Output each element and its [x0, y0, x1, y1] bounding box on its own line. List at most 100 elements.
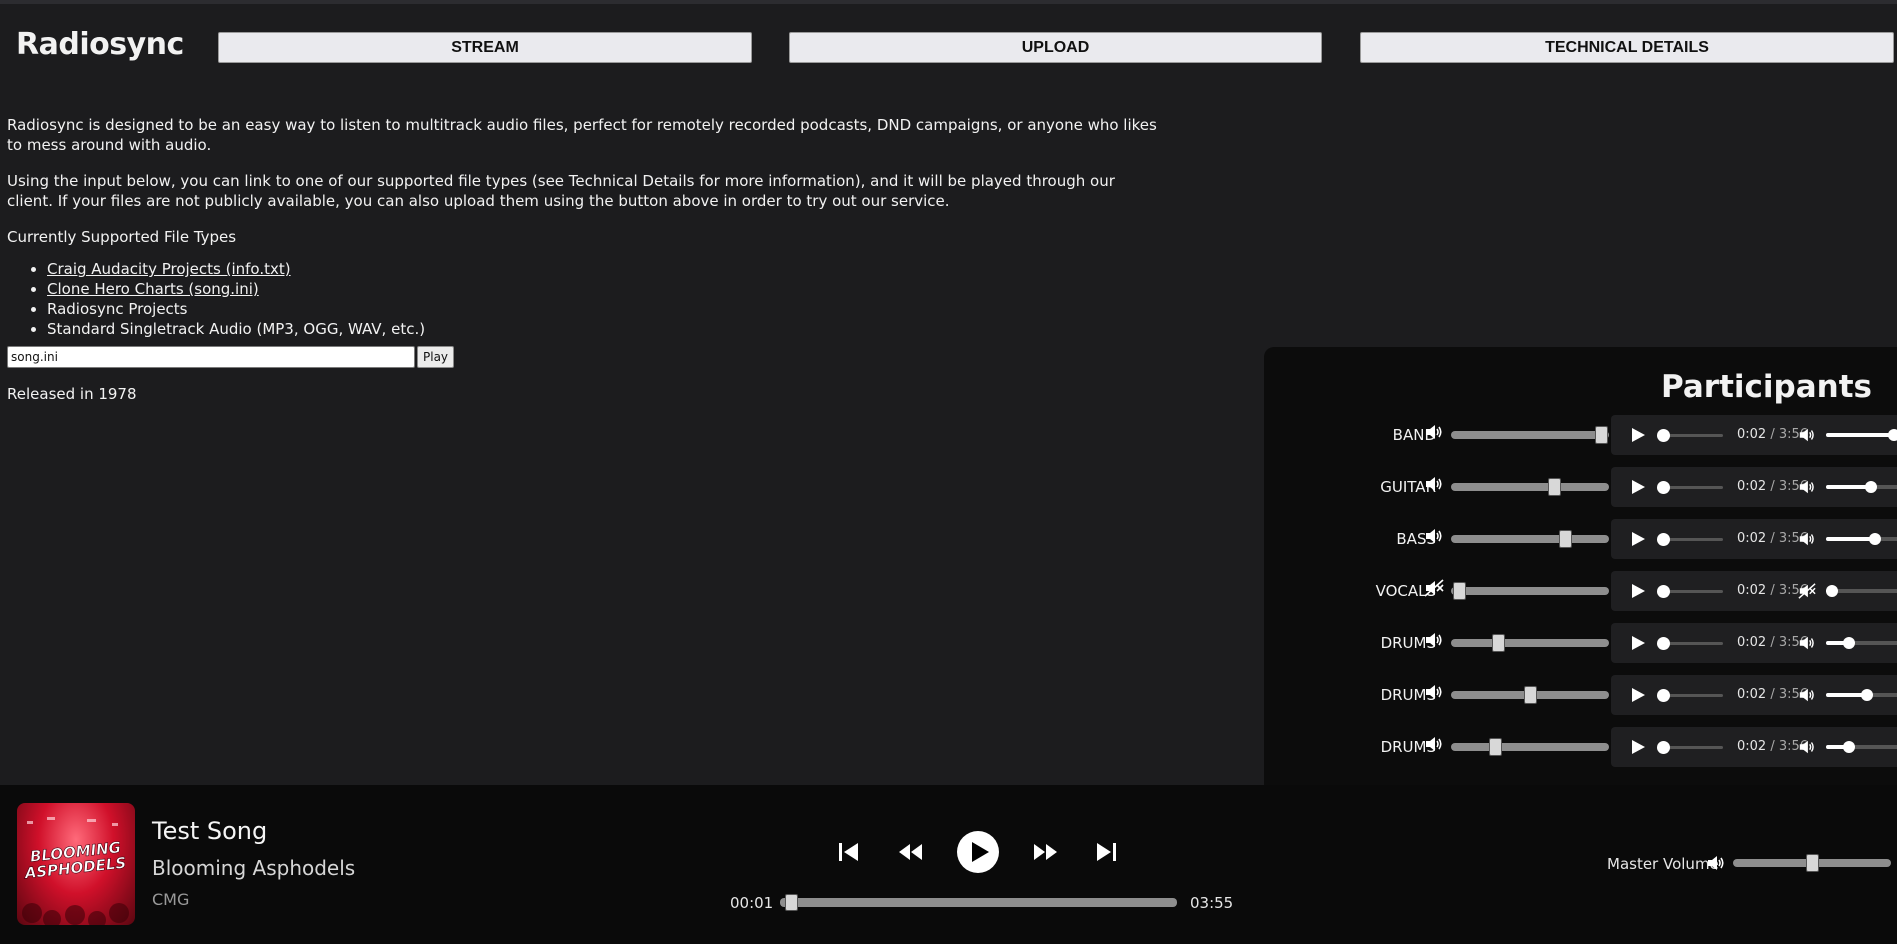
track-seek-slider[interactable] — [1657, 585, 1723, 598]
track-gain-thumb[interactable] — [1492, 634, 1505, 652]
play-icon[interactable] — [1630, 687, 1646, 703]
track-current-time: 0:02 — [1737, 635, 1767, 650]
track-gain-thumb[interactable] — [1559, 530, 1572, 548]
track-seek-thumb[interactable] — [1657, 741, 1670, 754]
track-gain-slider[interactable] — [1451, 738, 1609, 756]
track-seek-slider[interactable] — [1657, 689, 1723, 702]
volume-icon[interactable] — [1798, 634, 1816, 652]
track-gain-slider[interactable] — [1451, 686, 1609, 704]
track-gain-slider[interactable] — [1451, 634, 1609, 652]
track-volume-slider[interactable] — [1826, 429, 1897, 441]
song-title: Test Song — [152, 817, 268, 845]
volume-icon[interactable] — [1798, 686, 1816, 704]
track-volume-thumb[interactable] — [1865, 481, 1877, 493]
track-row: GUITAR 0:02 / 3:56 — [1264, 467, 1897, 507]
seek-slider-thumb[interactable] — [785, 894, 798, 911]
track-seek-thumb[interactable] — [1657, 637, 1670, 650]
seek-slider[interactable] — [780, 894, 1177, 911]
track-volume-thumb[interactable] — [1826, 585, 1838, 597]
load-form: Play — [7, 346, 1157, 368]
track-current-time: 0:02 — [1737, 427, 1767, 442]
list-item[interactable]: Clone Hero Charts (song.ini) — [47, 279, 1157, 299]
track-volume-thumb[interactable] — [1843, 637, 1855, 649]
track-audio-player: 0:02 / 3:56 — [1611, 675, 1897, 715]
master-volume-slider[interactable] — [1733, 854, 1891, 872]
track-audio-player: 0:02 / 3:56 — [1611, 623, 1897, 663]
skip-previous-icon[interactable] — [838, 842, 860, 862]
track-gain-thumb[interactable] — [1453, 582, 1466, 600]
master-volume-thumb[interactable] — [1806, 854, 1819, 872]
stream-button[interactable]: STREAM — [218, 32, 752, 63]
track-gain-slider[interactable] — [1451, 582, 1609, 600]
track-volume-slider[interactable] — [1826, 585, 1897, 597]
track-seek-thumb[interactable] — [1657, 585, 1670, 598]
participants-title: Participants — [1661, 369, 1872, 405]
skip-next-icon[interactable] — [1095, 842, 1117, 862]
upload-button[interactable]: UPLOAD — [789, 32, 1322, 63]
list-item[interactable]: Craig Audacity Projects (info.txt) — [47, 259, 1157, 279]
track-row: BAND 0:02 / 3:56 — [1264, 415, 1897, 455]
volume-icon[interactable] — [1424, 422, 1444, 442]
track-volume-thumb[interactable] — [1888, 429, 1897, 441]
track-volume-slider[interactable] — [1826, 637, 1897, 649]
play-icon[interactable] — [1630, 531, 1646, 547]
intro-paragraph-2: Using the input below, you can link to o… — [7, 172, 1115, 210]
volume-icon[interactable] — [1798, 426, 1816, 444]
rewind-icon[interactable] — [899, 844, 923, 860]
play-icon[interactable] — [1630, 739, 1646, 755]
track-seek-slider[interactable] — [1657, 533, 1723, 546]
track-gain-slider[interactable] — [1451, 478, 1609, 496]
track-gain-slider[interactable] — [1451, 426, 1609, 444]
play-icon[interactable] — [1630, 427, 1646, 443]
track-current-time: 0:02 — [1737, 531, 1767, 546]
volume-icon[interactable] — [1798, 478, 1816, 496]
track-gain-thumb[interactable] — [1489, 738, 1502, 756]
master-volume-label: Master Volume — [1607, 855, 1719, 873]
volume-icon[interactable] — [1424, 474, 1444, 494]
track-seek-slider[interactable] — [1657, 429, 1723, 442]
craig-audacity-link[interactable]: Craig Audacity Projects (info.txt) — [47, 260, 291, 278]
track-gain-slider[interactable] — [1451, 530, 1609, 548]
play-icon[interactable] — [1630, 479, 1646, 495]
track-seek-slider[interactable] — [1657, 741, 1723, 754]
volume-icon[interactable] — [1424, 630, 1444, 650]
track-seek-thumb[interactable] — [1657, 429, 1670, 442]
track-row: BASS 0:02 / 3:56 — [1264, 519, 1897, 559]
fast-forward-icon[interactable] — [1033, 844, 1057, 860]
master-volume-icon[interactable] — [1706, 853, 1726, 873]
track-volume-slider[interactable] — [1826, 533, 1897, 545]
volume-icon[interactable] — [1424, 734, 1444, 754]
volume-icon[interactable] — [1798, 530, 1816, 548]
track-volume-thumb[interactable] — [1843, 741, 1855, 753]
track-volume-slider[interactable] — [1826, 689, 1897, 701]
track-volume-slider[interactable] — [1826, 741, 1897, 753]
volume-muted-icon[interactable] — [1424, 578, 1444, 598]
track-volume-slider[interactable] — [1826, 481, 1897, 493]
play-file-button[interactable]: Play — [417, 346, 455, 368]
track-audio-player: 0:02 / 3:56 — [1611, 415, 1897, 455]
track-audio-player: 0:02 / 3:56 — [1611, 519, 1897, 559]
current-time: 00:01 — [730, 894, 774, 912]
track-seek-thumb[interactable] — [1657, 481, 1670, 494]
play-pause-button[interactable] — [957, 831, 999, 873]
supported-file-types-list: Craig Audacity Projects (info.txt) Clone… — [7, 259, 1157, 339]
track-seek-thumb[interactable] — [1657, 689, 1670, 702]
track-volume-thumb[interactable] — [1861, 689, 1873, 701]
play-icon[interactable] — [1630, 635, 1646, 651]
technical-details-button[interactable]: TECHNICAL DETAILS — [1360, 32, 1894, 63]
track-volume-thumb[interactable] — [1869, 533, 1881, 545]
volume-muted-icon[interactable] — [1798, 582, 1816, 600]
track-gain-thumb[interactable] — [1524, 686, 1537, 704]
track-seek-slider[interactable] — [1657, 637, 1723, 650]
volume-icon[interactable] — [1424, 682, 1444, 702]
track-seek-thumb[interactable] — [1657, 533, 1670, 546]
track-gain-thumb[interactable] — [1595, 426, 1608, 444]
volume-icon[interactable] — [1424, 526, 1444, 546]
volume-icon[interactable] — [1798, 738, 1816, 756]
track-seek-slider[interactable] — [1657, 481, 1723, 494]
file-url-input[interactable] — [7, 346, 415, 368]
play-icon[interactable] — [1630, 583, 1646, 599]
track-gain-thumb[interactable] — [1548, 478, 1561, 496]
app-title: Radiosync — [16, 27, 184, 62]
clone-hero-link[interactable]: Clone Hero Charts (song.ini) — [47, 280, 259, 298]
